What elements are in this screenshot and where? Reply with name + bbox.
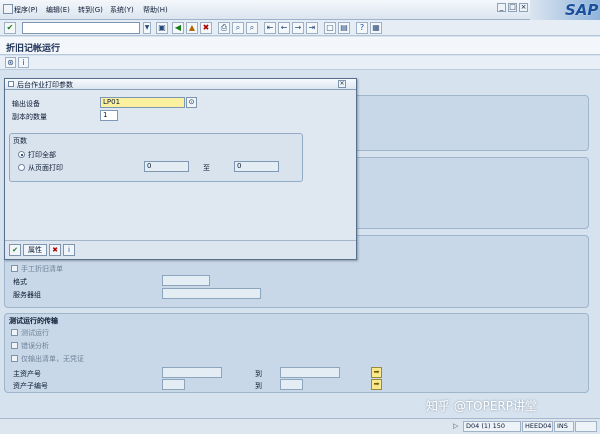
format-input[interactable] xyxy=(162,275,210,286)
help-icon[interactable]: ? xyxy=(356,22,368,34)
layout-icon[interactable]: ▦ xyxy=(370,22,382,34)
close-icon[interactable]: × xyxy=(519,3,528,12)
print-from-radio[interactable] xyxy=(18,164,25,171)
cancel-icon[interactable]: ✖ xyxy=(200,22,212,34)
dialog-info-icon[interactable]: i xyxy=(63,244,75,256)
output-device-search-help-icon[interactable]: ⊙ xyxy=(186,97,197,108)
server-group-input[interactable] xyxy=(162,288,261,299)
format-label: 格式 xyxy=(13,278,27,286)
system-info: D04 (1) 150 xyxy=(463,421,521,432)
print-from-label: 从页面打印 xyxy=(28,164,63,172)
shortcut-icon[interactable]: ▤ xyxy=(338,22,350,34)
exit-icon[interactable]: ▲ xyxy=(186,22,198,34)
page-to-label: 至 xyxy=(203,164,210,172)
application-toolbar: ⊛ i xyxy=(0,56,600,70)
properties-button[interactable]: 属性 xyxy=(23,244,47,256)
standard-toolbar: ✔ ▼ ▣ ◀ ▲ ✖ ⎙ ⌕ ⌕ ⇤ ← → ⇥ ▢ ▤ ? ▦ xyxy=(0,20,600,36)
test-run-checkbox[interactable] xyxy=(11,329,18,336)
main-asset-from-input[interactable] xyxy=(162,367,222,378)
back-icon[interactable]: ◀ xyxy=(172,22,184,34)
maximize-icon[interactable]: □ xyxy=(508,3,517,12)
print-all-radio[interactable] xyxy=(18,151,25,158)
test-run-section-title: 测试运行的传输 xyxy=(9,317,58,325)
execute-icon[interactable]: ⊛ xyxy=(5,57,16,68)
error-analysis-label: 错误分析 xyxy=(21,342,49,350)
first-page-icon[interactable]: ⇤ xyxy=(264,22,276,34)
test-run-label: 测试运行 xyxy=(21,329,49,337)
cancel-dialog-icon[interactable]: ✖ xyxy=(49,244,61,256)
menu-system[interactable]: 系统(Y) xyxy=(110,5,134,15)
main-asset-to-label: 到 xyxy=(255,370,262,378)
continue-icon[interactable]: ✔ xyxy=(9,244,21,256)
asset-sub-label: 资产子编号 xyxy=(13,382,48,390)
output-list-only-label: 仅输出清单，无凭证 xyxy=(21,355,84,363)
find-icon[interactable]: ⌕ xyxy=(232,22,244,34)
page-from-input[interactable]: 0 xyxy=(144,161,189,172)
next-page-icon[interactable]: → xyxy=(292,22,304,34)
copies-input[interactable]: 1 xyxy=(100,110,118,121)
menu-goto[interactable]: 转到(G) xyxy=(78,5,103,15)
dialog-title: 后台作业打印参数 xyxy=(17,81,73,89)
menu-help[interactable]: 帮助(H) xyxy=(143,5,168,15)
menu-edit[interactable]: 编辑(E) xyxy=(46,5,70,15)
output-device-input[interactable]: LP01 xyxy=(100,97,185,108)
enter-icon[interactable]: ✔ xyxy=(4,22,16,34)
find-next-icon[interactable]: ⌕ xyxy=(246,22,258,34)
pages-group-title: 页数 xyxy=(13,137,27,145)
menu-bar: 程序(P) 编辑(E) 转到(G) 系统(Y) 帮助(H) _ □ × SAP xyxy=(0,0,600,20)
asset-sub-to-label: 到 xyxy=(255,382,262,390)
server-group-label: 服务器组 xyxy=(13,291,41,299)
status-bar: ▷ D04 (1) 150 HEED04 INS xyxy=(0,418,600,434)
command-field[interactable] xyxy=(22,22,140,34)
server-info: HEED04 xyxy=(522,421,553,432)
last-page-icon[interactable]: ⇥ xyxy=(306,22,318,34)
manual-depr-list-label: 手工折旧清单 xyxy=(21,265,63,273)
manual-depr-list-checkbox[interactable] xyxy=(11,265,18,272)
output-device-label: 输出设备 xyxy=(12,100,40,108)
panel-test-run: 测试运行的传输 测试运行 错误分析 仅输出清单，无凭证 主资产号 到 ➡ 资产子… xyxy=(4,313,589,393)
dialog-window-icon xyxy=(8,81,14,87)
error-analysis-checkbox[interactable] xyxy=(11,342,18,349)
print-parameters-dialog: 后台作业打印参数 × 输出设备 LP01 ⊙ 副本的数量 1 页数 打印全部 从… xyxy=(4,78,357,260)
title-bar: 折旧记帐运行 xyxy=(0,37,600,55)
print-icon[interactable]: ⎙ xyxy=(218,22,230,34)
dialog-footer: ✔ 属性 ✖ i xyxy=(5,240,356,259)
sap-logo: SAP xyxy=(530,0,600,20)
asset-sub-to-input[interactable] xyxy=(280,379,303,390)
status-spare-cell xyxy=(575,421,597,432)
new-session-icon[interactable]: ▢ xyxy=(324,22,336,34)
history-dropdown-icon[interactable]: ▼ xyxy=(143,22,151,34)
minimize-icon[interactable]: _ xyxy=(497,3,506,12)
pages-group: 页数 打印全部 从页面打印 0 至 0 xyxy=(9,133,303,182)
dialog-close-icon[interactable]: × xyxy=(338,80,346,88)
asset-sub-multiple-selection-icon[interactable]: ➡ xyxy=(371,379,382,390)
menu-program[interactable]: 程序(P) xyxy=(14,5,38,15)
copies-label: 副本的数量 xyxy=(12,113,47,121)
page-to-input[interactable]: 0 xyxy=(234,161,279,172)
dialog-title-bar: 后台作业打印参数 × xyxy=(5,79,356,90)
page-title: 折旧记帐运行 xyxy=(6,44,61,54)
main-asset-to-input[interactable] xyxy=(280,367,340,378)
info-icon[interactable]: i xyxy=(18,57,29,68)
asset-sub-from-input[interactable] xyxy=(162,379,185,390)
status-expand-icon[interactable]: ▷ xyxy=(453,422,458,430)
insert-mode: INS xyxy=(554,421,574,432)
main-asset-multiple-selection-icon[interactable]: ➡ xyxy=(371,367,382,378)
sap-window-icon[interactable] xyxy=(3,4,13,14)
output-list-only-checkbox[interactable] xyxy=(11,355,18,362)
main-asset-label: 主资产号 xyxy=(13,370,41,378)
previous-page-icon[interactable]: ← xyxy=(278,22,290,34)
watermark: 知乎 @TOPERP讲堂 xyxy=(426,399,537,413)
save-icon[interactable]: ▣ xyxy=(156,22,168,34)
print-all-label: 打印全部 xyxy=(28,151,56,159)
